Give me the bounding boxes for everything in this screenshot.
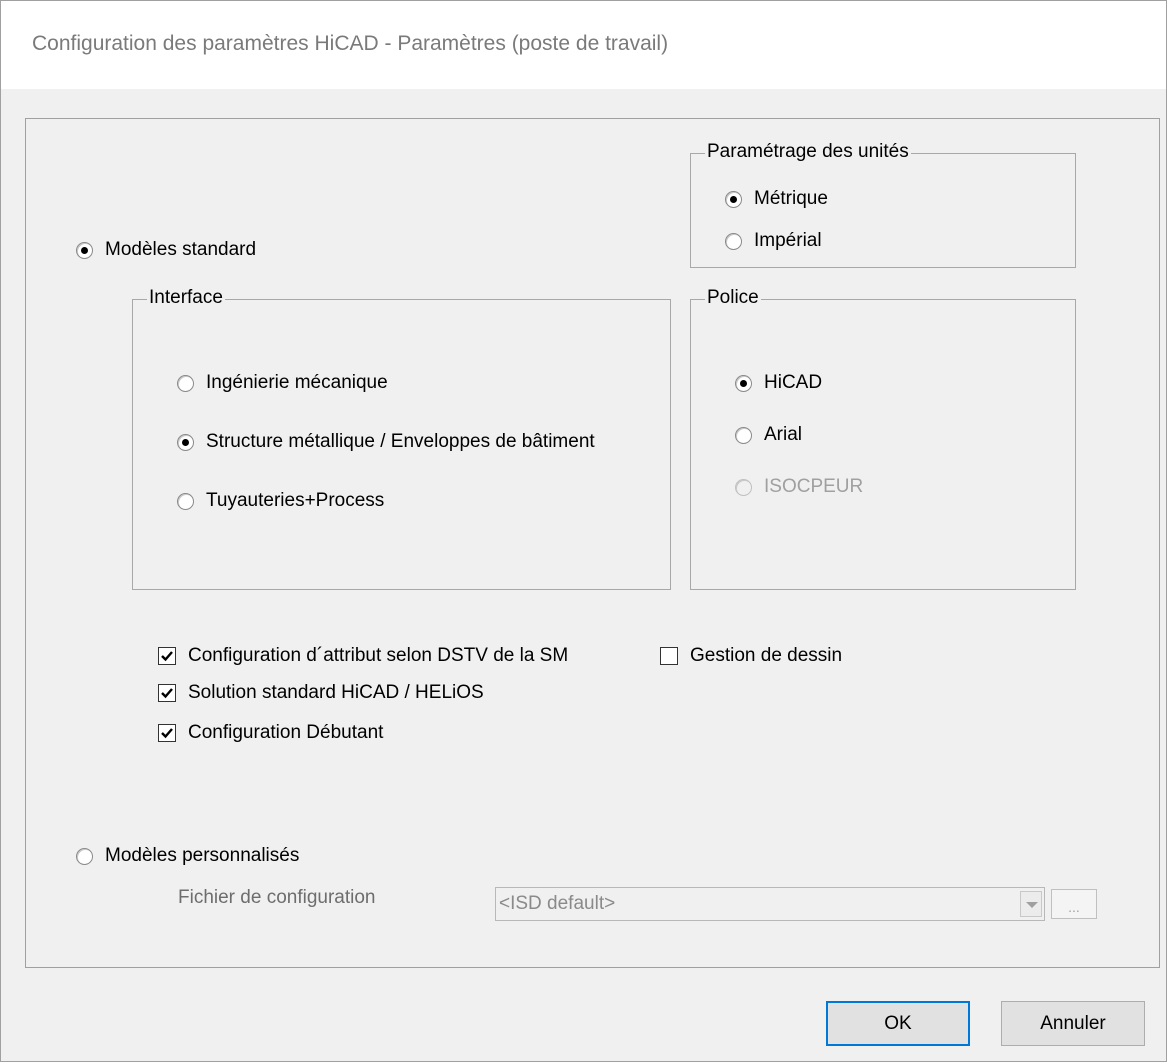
radio-icon[interactable] <box>177 492 194 510</box>
drawing-management-checkbox[interactable]: Gestion de dessin <box>660 645 842 667</box>
ok-button[interactable]: OK <box>826 1001 970 1046</box>
font-group: Police HiCAD Arial ISOCPEUR <box>690 286 1076 590</box>
radio-icon[interactable] <box>725 232 742 250</box>
units-group: Paramétrage des unités Métrique Impérial <box>690 140 1076 268</box>
font-arial-option[interactable]: Arial <box>735 424 802 446</box>
settings-panel: Paramétrage des unités Métrique Impérial… <box>25 118 1160 968</box>
custom-models-option[interactable]: Modèles personnalisés <box>76 845 299 867</box>
unit-imperial-option[interactable]: Impérial <box>725 230 822 252</box>
config-file-select[interactable]: <ISD default> <box>495 887 1045 921</box>
interface-piping-option[interactable]: Tuyauteries+Process <box>177 490 384 512</box>
cancel-button[interactable]: Annuler <box>1001 1001 1145 1046</box>
interface-group: Interface Ingénierie mécanique Structure… <box>132 286 671 590</box>
dstv-attribute-label: Configuration d´attribut selon DSTV de l… <box>188 645 569 666</box>
drawing-management-label: Gestion de dessin <box>690 645 843 666</box>
radio-icon[interactable] <box>177 433 194 451</box>
font-hicad-label: HiCAD <box>764 372 823 393</box>
standard-models-option[interactable]: Modèles standard <box>76 239 256 261</box>
interface-group-label: Interface <box>147 286 225 310</box>
font-group-label: Police <box>705 286 761 310</box>
radio-icon[interactable] <box>735 426 752 444</box>
units-group-label: Paramétrage des unités <box>705 140 911 164</box>
settings-dialog: Configuration des paramètres HiCAD - Par… <box>0 0 1167 1062</box>
radio-icon[interactable] <box>735 374 752 392</box>
font-isocpeur-option: ISOCPEUR <box>735 476 863 498</box>
config-file-value: <ISD default> <box>499 893 616 914</box>
radio-icon <box>735 478 752 496</box>
window-title: Configuration des paramètres HiCAD - Par… <box>32 32 669 55</box>
custom-models-label: Modèles personnalisés <box>105 845 300 866</box>
radio-icon[interactable] <box>76 847 93 865</box>
radio-icon[interactable] <box>76 241 93 259</box>
standard-solution-label: Solution standard HiCAD / HELiOS <box>188 682 484 703</box>
radio-icon[interactable] <box>177 374 194 392</box>
font-hicad-option[interactable]: HiCAD <box>735 372 822 394</box>
radio-icon[interactable] <box>725 190 742 208</box>
unit-imperial-label: Impérial <box>754 230 822 251</box>
beginner-config-checkbox[interactable]: Configuration Débutant <box>158 722 383 744</box>
checkbox-icon[interactable] <box>158 684 176 702</box>
unit-metric-option[interactable]: Métrique <box>725 188 828 210</box>
config-file-label: Fichier de configuration <box>178 887 376 908</box>
browse-button[interactable]: ... <box>1051 889 1097 919</box>
unit-metric-label: Métrique <box>754 188 828 209</box>
font-isocpeur-label: ISOCPEUR <box>764 476 864 497</box>
checkbox-icon[interactable] <box>158 724 176 742</box>
interface-steel-label: Structure métallique / Enveloppes de bât… <box>206 431 595 452</box>
title-bar: Configuration des paramètres HiCAD - Par… <box>1 1 1166 89</box>
font-arial-label: Arial <box>764 424 803 445</box>
interface-piping-label: Tuyauteries+Process <box>206 490 385 511</box>
dstv-attribute-checkbox[interactable]: Configuration d´attribut selon DSTV de l… <box>158 645 568 667</box>
checkbox-icon[interactable] <box>158 647 176 665</box>
interface-steel-option[interactable]: Structure métallique / Enveloppes de bât… <box>177 431 595 453</box>
standard-solution-checkbox[interactable]: Solution standard HiCAD / HELiOS <box>158 682 484 704</box>
chevron-down-icon[interactable] <box>1020 891 1042 917</box>
interface-mechanical-option[interactable]: Ingénierie mécanique <box>177 372 388 394</box>
beginner-config-label: Configuration Débutant <box>188 722 384 743</box>
standard-models-label: Modèles standard <box>105 239 257 260</box>
interface-mechanical-label: Ingénierie mécanique <box>206 372 388 393</box>
checkbox-icon[interactable] <box>660 647 678 665</box>
